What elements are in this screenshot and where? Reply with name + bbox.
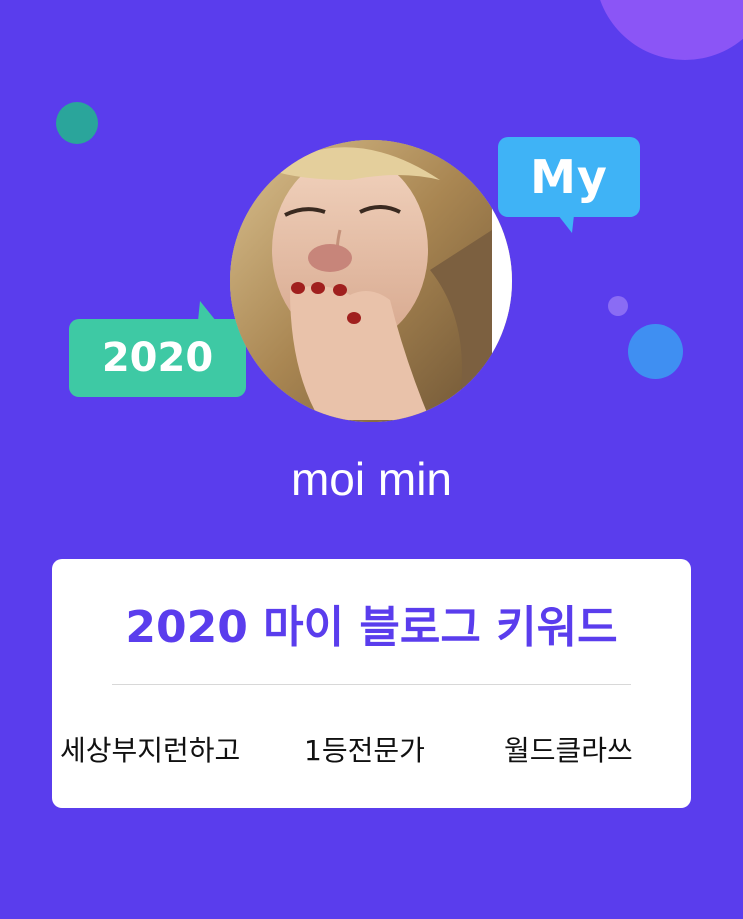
decorative-circle [595,0,743,60]
keyword-item: 세상부지런하고 [60,734,241,767]
avatar-photo [230,140,512,422]
profile-username: moi min [290,453,453,505]
year-speech-bubble: 2020 [69,301,246,397]
profile-avatar[interactable] [230,140,512,422]
keyword-item: 월드클라쓰 [504,734,633,767]
decorative-circle [608,296,628,316]
my-bubble-label: My [530,150,608,204]
year-bubble-label: 2020 [101,335,214,381]
card-title: 2020 마이 블로그 키워드 [125,602,618,653]
divider [112,684,631,685]
keyword-card: 2020 마이 블로그 키워드 세상부지런하고 1등전문가 월드클라쓰 [52,559,691,808]
my-speech-bubble: My [498,137,640,233]
decorative-circle [56,102,98,144]
keyword-item: 1등전문가 [304,734,425,767]
profile-screen: My 2020 moi min 2020 마이 블로그 키워드 세상부지런하고 … [0,0,743,919]
decorative-circle [628,324,683,379]
